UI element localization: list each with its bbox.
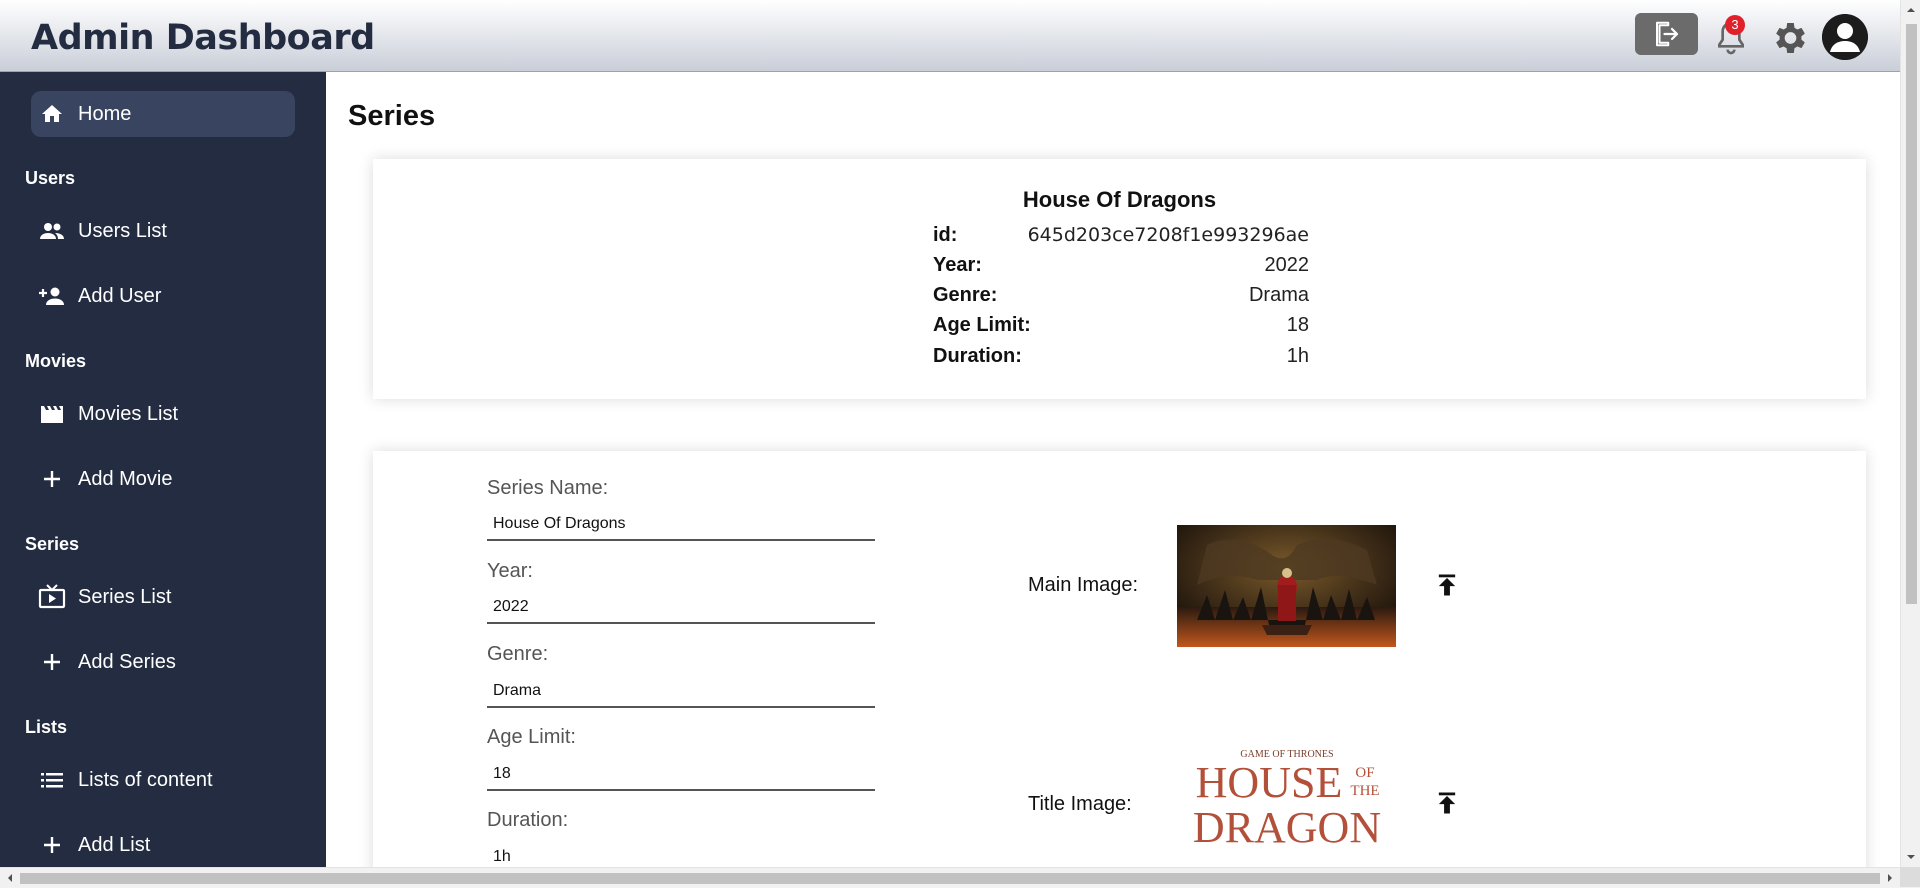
sidebar-item-movies-list[interactable]: Movies List xyxy=(31,391,295,437)
title-image-preview: GAME OF THRONES HOUSE OF THE DRAGON xyxy=(1177,745,1396,855)
sidebar-item-label: Series List xyxy=(78,585,172,608)
info-row-duration: Duration: 1h xyxy=(933,345,1309,375)
horizontal-scroll-thumb[interactable] xyxy=(20,873,1880,884)
add-user-icon xyxy=(39,287,64,305)
home-icon xyxy=(42,105,62,122)
info-value: 18 xyxy=(1286,314,1309,336)
info-value: Drama xyxy=(1248,284,1309,306)
scroll-right-arrow-icon[interactable] xyxy=(1882,868,1898,888)
page-title: Series xyxy=(348,100,436,132)
plus-icon xyxy=(44,837,60,853)
logo-line2: DRAGON xyxy=(1193,803,1381,852)
info-value: 645d203ce7208f1e993296ae xyxy=(1027,224,1309,246)
vertical-scroll-thumb[interactable] xyxy=(1906,24,1917,604)
avatar-icon xyxy=(1822,14,1868,60)
sidebar-item-add-list[interactable]: Add List xyxy=(31,822,295,867)
year-label: Year: xyxy=(487,560,533,582)
logo-of: OF xyxy=(1355,765,1374,781)
duration-input[interactable] xyxy=(487,842,875,867)
info-row-age-limit: Age Limit: 18 xyxy=(933,314,1309,344)
plus-icon xyxy=(44,654,60,670)
upload-title-image-icon[interactable] xyxy=(1433,789,1461,817)
horizontal-scrollbar[interactable] xyxy=(0,867,1900,887)
age-limit-input[interactable] xyxy=(487,759,875,791)
genre-label: Genre: xyxy=(487,643,549,665)
main-image-label: Main Image: xyxy=(1028,574,1139,596)
info-label: Age Limit: xyxy=(933,314,1031,336)
sidebar-item-label: Add Movie xyxy=(78,467,173,490)
upload-main-image-icon[interactable] xyxy=(1433,571,1461,599)
sidebar-item-lists-of-content[interactable]: Lists of content xyxy=(31,757,295,803)
series-edit-card: Series Name: Year: Genre: Age Limit: Dur… xyxy=(373,451,1866,867)
sidebar-item-add-user[interactable]: Add User xyxy=(31,273,295,319)
info-value: 2022 xyxy=(1264,254,1310,276)
info-row-id: id: 645d203ce7208f1e993296ae xyxy=(933,224,1309,254)
info-row-year: Year: 2022 xyxy=(933,254,1309,284)
sidebar-item-label: Users List xyxy=(78,219,167,242)
info-label: id: xyxy=(933,224,958,246)
sidebar: Home Users Users List Add User Movies Mo… xyxy=(0,72,326,867)
title-image-logo: GAME OF THRONES HOUSE OF THE DRAGON xyxy=(1193,749,1381,852)
viewport: Admin Dashboard 3 Home Users Users List … xyxy=(0,0,1900,867)
gear-icon[interactable] xyxy=(1769,18,1809,58)
main-content: Series House Of Dragons id: 645d203ce720… xyxy=(326,72,1900,867)
sidebar-item-label: Home xyxy=(78,102,132,125)
notification-badge: 3 xyxy=(1725,15,1745,35)
info-label: Duration: xyxy=(933,345,1022,367)
scroll-down-arrow-icon[interactable] xyxy=(1901,849,1920,865)
main-image-preview xyxy=(1177,525,1396,647)
title-image-label: Title Image: xyxy=(1028,793,1132,815)
series-name-input[interactable] xyxy=(487,509,875,541)
section-users: Users xyxy=(25,168,76,188)
main-image-thumbnail xyxy=(1177,525,1396,647)
duration-label: Duration: xyxy=(487,809,569,831)
tv-icon xyxy=(38,584,66,609)
age-limit-label: Age Limit: xyxy=(487,726,576,748)
scroll-up-arrow-icon[interactable] xyxy=(1901,2,1920,18)
movie-icon xyxy=(41,406,63,423)
genre-input[interactable] xyxy=(487,676,875,708)
sidebar-item-label: Movies List xyxy=(78,402,179,425)
section-series: Series xyxy=(25,534,80,554)
top-bar: Admin Dashboard 3 xyxy=(0,0,1900,72)
info-row-genre: Genre: Drama xyxy=(933,284,1309,314)
sidebar-item-add-series[interactable]: Add Series xyxy=(31,639,295,685)
plus-icon xyxy=(44,471,60,487)
logo-the: THE xyxy=(1350,783,1379,799)
section-movies: Movies xyxy=(25,351,87,371)
info-value: 1h xyxy=(1286,345,1309,367)
user-avatar[interactable] xyxy=(1822,14,1868,60)
logout-icon xyxy=(1655,21,1678,47)
series-name-label: Series Name: xyxy=(487,477,609,499)
sidebar-item-label: Lists of content xyxy=(78,768,213,791)
sidebar-item-label: Add Series xyxy=(78,650,176,673)
year-input[interactable] xyxy=(487,592,875,624)
vertical-scrollbar[interactable] xyxy=(1900,0,1920,867)
list-icon xyxy=(41,773,63,788)
sidebar-item-label: Add User xyxy=(78,284,162,307)
group-icon xyxy=(40,223,64,239)
app-title: Admin Dashboard xyxy=(31,18,375,58)
sidebar-item-label: Add List xyxy=(78,833,151,856)
info-label: Genre: xyxy=(933,284,998,306)
sidebar-item-add-movie[interactable]: Add Movie xyxy=(31,456,295,502)
series-title: House Of Dragons xyxy=(1022,187,1217,212)
sidebar-item-series-list[interactable]: Series List xyxy=(31,574,295,620)
logo-line1: HOUSE xyxy=(1196,758,1343,807)
scrollbar-corner xyxy=(1900,867,1920,887)
logout-button[interactable] xyxy=(1635,13,1698,55)
scroll-left-arrow-icon[interactable] xyxy=(2,868,18,888)
section-lists: Lists xyxy=(25,717,68,737)
series-summary-card: House Of Dragons id: 645d203ce7208f1e993… xyxy=(373,159,1866,399)
sidebar-item-users-list[interactable]: Users List xyxy=(31,208,295,254)
sidebar-item-home[interactable]: Home xyxy=(31,91,295,137)
info-label: Year: xyxy=(933,254,982,276)
